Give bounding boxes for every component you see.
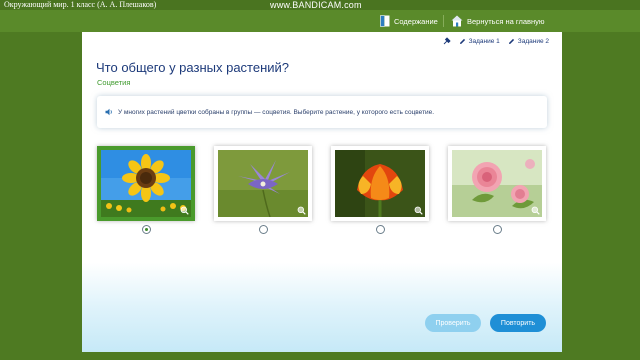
- tulip-image: [335, 150, 425, 217]
- zoom-icon[interactable]: [414, 206, 423, 215]
- option-card-bellflower[interactable]: [214, 146, 312, 221]
- sunflower-image: [101, 150, 191, 217]
- zoom-icon[interactable]: [180, 206, 189, 215]
- task-link-2[interactable]: Задание 2: [508, 38, 549, 45]
- zoom-icon[interactable]: [297, 206, 306, 215]
- check-button[interactable]: Проверить: [425, 314, 481, 332]
- house-icon: [451, 15, 463, 27]
- rose-image: [452, 150, 542, 217]
- home-link[interactable]: Вернуться на главную: [451, 13, 545, 29]
- nav-divider: [443, 15, 444, 27]
- option-card-sunflower[interactable]: [97, 146, 195, 221]
- window-titlebar: Окружающий мир. 1 класс (А. А. Плешаков)…: [0, 0, 640, 10]
- task-panel: Задание 1 Задание 2 Что общего у разных …: [82, 32, 562, 352]
- instruction-text: У многих растений цветки собраны в групп…: [118, 108, 435, 116]
- option-radio-bellflower[interactable]: [259, 225, 268, 234]
- pencil-icon: [508, 38, 514, 44]
- task-link-2-label: Задание 2: [517, 37, 549, 45]
- pin-icon[interactable]: [443, 37, 451, 45]
- contents-link[interactable]: Содержание: [380, 13, 438, 29]
- task-links: Задание 1 Задание 2: [443, 37, 549, 45]
- bellflower-image: [218, 150, 308, 217]
- book-icon: [380, 15, 390, 27]
- recorder-watermark: www.BANDICAM.com: [270, 0, 362, 10]
- option-radio-tulip[interactable]: [376, 225, 385, 234]
- pencil-icon: [459, 38, 465, 44]
- option-radio-rose[interactable]: [493, 225, 502, 234]
- option-card-rose[interactable]: [448, 146, 546, 221]
- page-title: Что общего у разных растений?: [96, 60, 290, 75]
- contents-label: Содержание: [394, 16, 438, 26]
- option-radio-sunflower[interactable]: [142, 225, 151, 234]
- top-navigation: Содержание Вернуться на главную: [0, 10, 640, 32]
- window-title: Окружающий мир. 1 класс (А. А. Плешаков): [4, 0, 157, 9]
- home-label: Вернуться на главную: [467, 16, 545, 26]
- option-card-tulip[interactable]: [331, 146, 429, 221]
- zoom-icon[interactable]: [531, 206, 540, 215]
- task-link-1[interactable]: Задание 1: [459, 38, 500, 45]
- page-subtitle: Соцветия: [97, 78, 131, 87]
- instruction-box: У многих растений цветки собраны в групп…: [97, 96, 547, 128]
- speaker-icon[interactable]: [105, 108, 114, 116]
- retry-button[interactable]: Повторить: [490, 314, 546, 332]
- task-link-1-label: Задание 1: [468, 37, 500, 45]
